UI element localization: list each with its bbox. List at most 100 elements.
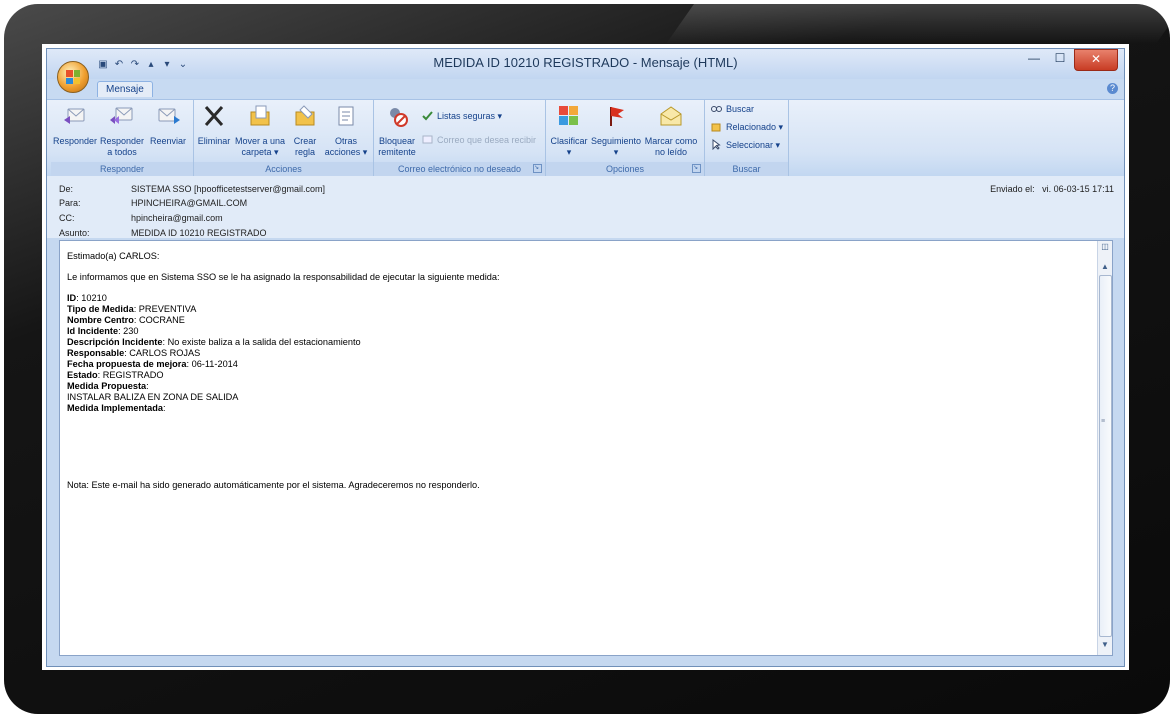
from-value[interactable]: SISTEMA SSO [hpoofficetestserver@gmail.c… [131,184,325,194]
proposed-text: INSTALAR BALIZA EN ZONA DE SALIDA [67,392,239,402]
safe-lists-icon [422,110,433,121]
ribbon-group-responder: Responder Responder a todos Reenviar Resp… [51,100,194,176]
window-controls: — ☐ ✕ [1022,49,1118,71]
to-value[interactable]: HPINCHEIRA@GMAIL.COM [131,198,247,208]
move-to-folder-button[interactable]: Mover a una carpeta ▾ [232,104,288,158]
group-label-acciones: Acciones [194,162,373,176]
field-id-incidente: Id Incidente: 230 [67,326,1087,337]
related-icon [711,121,722,132]
maximize-button[interactable]: ☐ [1048,49,1072,69]
block-sender-icon [384,104,410,128]
field-estado: Estado: REGISTRADO [67,370,1087,381]
group-label-junk: Correo electrónico no deseado [374,162,545,176]
field-responsable: Responsable: CARLOS ROJAS [67,348,1087,359]
message-header: De: SISTEMA SSO [hpoofficetestserver@gma… [47,176,1124,238]
find-button[interactable]: Buscar [711,102,754,116]
window-title: MEDIDA ID 10210 REGISTRADO - Mensaje (HT… [433,55,738,70]
field-label: Medida Propuesta [67,381,147,391]
not-junk-icon [422,134,433,145]
to-label: Para: [59,198,81,208]
field-value: : COCRANE [133,315,185,325]
close-button[interactable]: ✕ [1074,49,1118,71]
field-medida-propuesta: Medida Propuesta: [67,381,1087,392]
group-label-opciones: Opciones [546,162,704,176]
follow-up-flag-icon [603,104,629,128]
find-icon [711,103,722,114]
sent-info: Enviado el: vi. 06-03-15 17:11 [990,184,1114,194]
follow-up-button[interactable]: Seguimiento ▾ [590,104,642,158]
scroll-up-icon[interactable]: ▲ [1099,261,1111,273]
field-value: : [162,403,166,413]
reply-icon [62,104,88,128]
forward-icon [155,104,181,128]
message-body[interactable]: Estimado(a) CARLOS: Le informamos que en… [59,240,1113,656]
field-value: : 230 [118,326,139,336]
block-sender-button[interactable]: Bloquear remitente [376,104,418,158]
select-icon [711,138,722,151]
junk-dialog-launcher-icon[interactable]: ↘ [533,164,542,173]
categorize-icon [556,104,582,128]
field-value: : [146,381,149,391]
options-dialog-launcher-icon[interactable]: ↘ [692,164,701,173]
greeting: Estimado(a) CARLOS: [67,251,160,261]
outlook-message-window: ▣ ↶ ↷ ▴ ▾ ⌄ MEDIDA ID 10210 REGISTRADO -… [46,48,1125,667]
subject-label: Asunto: [59,228,90,238]
bezel-shine [665,4,1175,44]
field-fecha: Fecha propuesta de mejora: 06-11-2014 [67,359,1087,370]
ribbon-tab-bar: Mensaje ? [47,79,1124,99]
tab-mensaje[interactable]: Mensaje [97,81,153,97]
scroll-grip-icon: ≡ [1101,418,1106,425]
select-button[interactable]: Seleccionar ▾ [711,138,780,152]
reply-button[interactable]: Responder [53,104,97,147]
office-logo-icon [66,70,80,84]
help-icon[interactable]: ? [1107,83,1118,94]
delete-icon [201,104,227,128]
field-label: Tipo de Medida [67,304,134,314]
field-descripcion: Descripción Incidente: No existe baliza … [67,337,1087,348]
vertical-scrollbar[interactable]: ◫ ▲ ≡ ▼ [1097,241,1112,655]
safe-lists-button[interactable]: Listas seguras ▾ [422,109,502,123]
scroll-down-icon[interactable]: ▼ [1099,639,1111,651]
field-id: ID: 10210 [67,293,1087,304]
field-value: : REGISTRADO [97,370,164,380]
move-folder-icon [247,104,273,128]
group-label-responder: Responder [51,162,193,176]
reply-all-icon [109,104,135,128]
other-actions-button[interactable]: Otras acciones ▾ [322,104,370,158]
delete-button[interactable]: Eliminar [196,104,232,147]
office-button[interactable] [57,61,89,93]
not-junk-button[interactable]: Correo que desea recibir [422,133,536,147]
forward-button[interactable]: Reenviar [147,104,189,147]
subject-value: MEDIDA ID 10210 REGISTRADO [131,228,267,238]
field-label: Responsable [67,348,125,358]
other-actions-icon [333,104,359,128]
field-tipo-medida: Tipo de Medida: PREVENTIVA [67,304,1087,315]
field-value: : No existe baliza a la salida del estac… [162,337,361,347]
ribbon-group-acciones: Eliminar Mover a una carpeta ▾ Crear regla [194,100,374,176]
cc-value[interactable]: hpincheira@gmail.com [131,213,223,223]
ribbon-group-buscar: Buscar Relacionado ▾ Seleccionar ▾ Busca… [705,100,789,176]
categorize-button[interactable]: Clasificar ▾ [548,104,590,158]
reply-all-button[interactable]: Responder a todos [99,104,145,158]
minimize-button[interactable]: — [1022,49,1046,69]
scroll-split-icon[interactable]: ◫ [1099,241,1111,253]
sent-value: vi. 06-03-15 17:11 [1042,184,1114,194]
field-nombre-centro: Nombre Centro: COCRANE [67,315,1087,326]
create-rule-button[interactable]: Crear regla [288,104,322,158]
field-value: : 10210 [76,293,107,303]
footer-note: Nota: Este e-mail ha sido generado autom… [67,480,480,490]
sent-label: Enviado el: [990,184,1035,194]
group-label-buscar: Buscar [705,162,788,176]
related-button[interactable]: Relacionado ▾ [711,120,783,134]
field-value: : 06-11-2014 [186,359,238,369]
scroll-thumb[interactable] [1099,275,1112,637]
from-label: De: [59,184,74,194]
field-label: Nombre Centro [67,315,134,325]
mark-unread-button[interactable]: Marcar como no leído [642,104,700,158]
field-label: ID [67,293,77,303]
field-value: : PREVENTIVA [133,304,197,314]
mark-unread-icon [658,104,684,128]
ribbon-group-junk: Bloquear remitente Listas seguras ▾ Corre… [374,100,546,176]
field-label: Medida Implementada [67,403,163,413]
screen: ▣ ↶ ↷ ▴ ▾ ⌄ MEDIDA ID 10210 REGISTRADO -… [42,44,1129,670]
